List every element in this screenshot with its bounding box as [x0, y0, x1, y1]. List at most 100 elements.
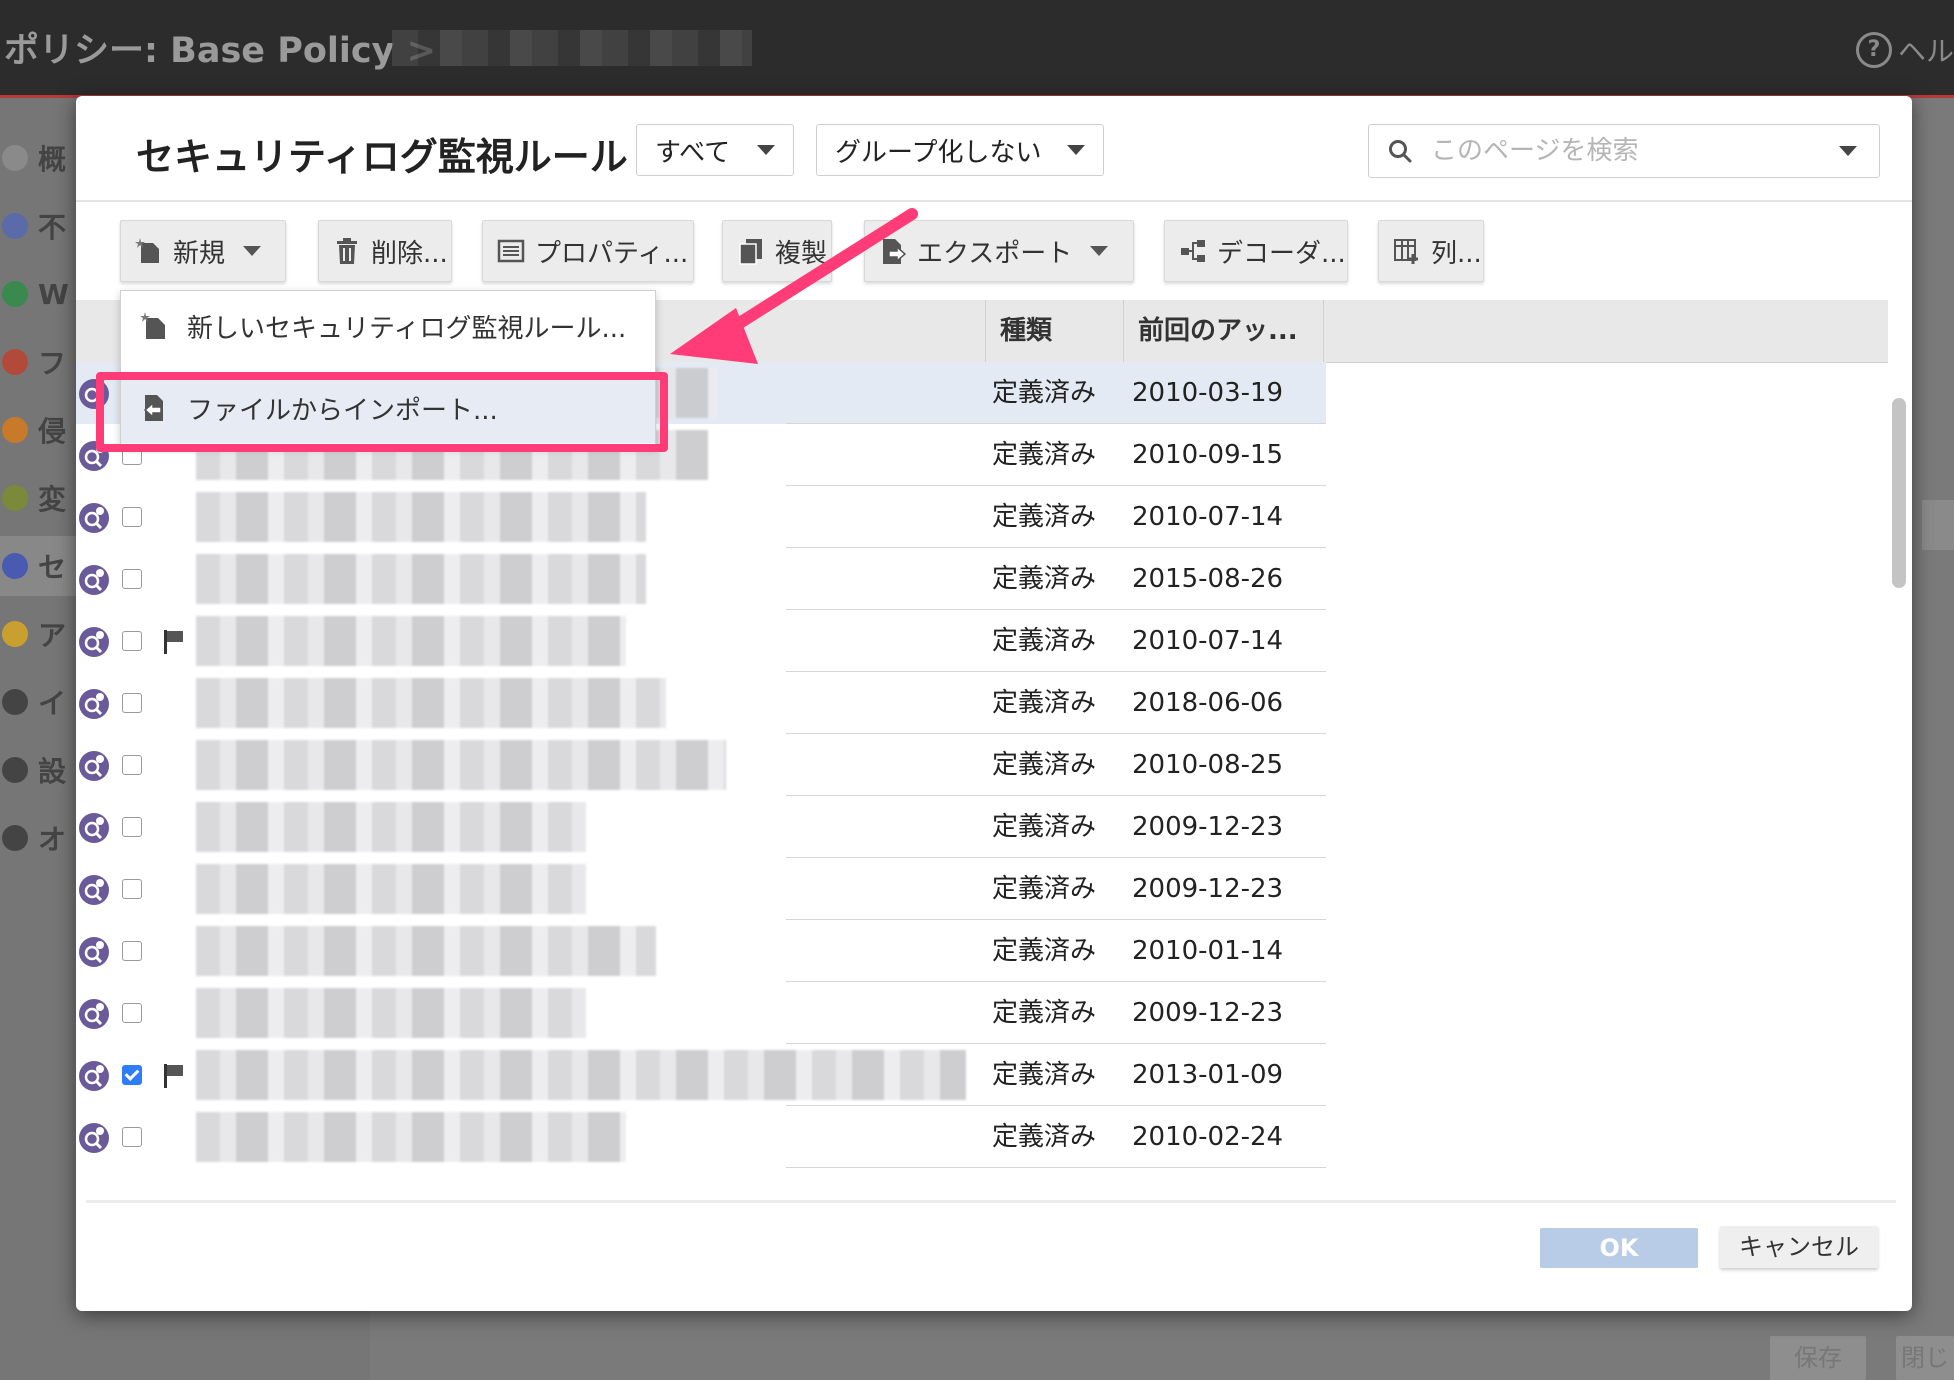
cell-type: 定義済み [992, 812, 1097, 842]
redacted-rule-name [196, 802, 586, 852]
save-button[interactable]: 保存 [1770, 1336, 1866, 1380]
sidebar-item-icon [2, 553, 28, 579]
duplicate-button[interactable]: 複製 [722, 220, 832, 282]
cell-last-updated: 2009-12-23 [1132, 998, 1284, 1028]
decoder-button[interactable]: デコーダ... [1164, 220, 1348, 282]
group-dropdown-value: グループ化しない [835, 137, 1042, 168]
redacted-rule-name [196, 740, 726, 790]
sidebar-item-label: 変 [38, 483, 67, 516]
cell-type: 定義済み [992, 564, 1097, 594]
log-rule-icon [79, 1123, 109, 1153]
table-row[interactable]: 定義済み 2018-06-06 [76, 672, 1326, 734]
row-checkbox[interactable] [122, 631, 142, 651]
column-header-type[interactable]: 種類 [986, 300, 1124, 362]
log-rule-icon [79, 503, 109, 533]
new-button-label: 新規 [173, 238, 226, 269]
divider [86, 1200, 1896, 1203]
row-checkbox[interactable] [122, 1127, 142, 1147]
redacted-rule-name [196, 926, 656, 976]
redacted-rule-name [196, 554, 646, 604]
ok-button[interactable]: OK [1540, 1228, 1698, 1268]
cell-type: 定義済み [992, 502, 1097, 532]
table-row[interactable]: 定義済み 2010-07-14 [76, 610, 1326, 672]
cell-last-updated: 2013-01-09 [1132, 1060, 1284, 1090]
menu-item-new-rule-label: 新しいセキュリティログ監視ルール... [187, 313, 627, 344]
table-row[interactable]: 定義済み 2009-12-23 [76, 858, 1326, 920]
cell-last-updated: 2010-02-24 [1132, 1122, 1284, 1152]
search-input[interactable] [1429, 135, 1839, 167]
columns-button-label: 列... [1431, 238, 1482, 269]
redacted-rule-name [196, 492, 646, 542]
sidebar-item-icon [2, 281, 28, 307]
sidebar-item-icon [2, 145, 28, 171]
table-row[interactable]: 定義済み 2010-02-24 [76, 1106, 1326, 1168]
help-label: ヘル [1897, 35, 1954, 68]
sidebar-item-icon [2, 485, 28, 511]
columns-button[interactable]: 列... [1378, 220, 1484, 282]
delete-button[interactable]: 削除... [318, 220, 452, 282]
cell-last-updated: 2010-07-14 [1132, 626, 1284, 656]
redacted-rule-name [196, 678, 666, 728]
redacted-rule-name [196, 864, 586, 914]
help-icon: ? [1855, 32, 1892, 68]
table-row[interactable]: 定義済み 2015-08-26 [76, 548, 1326, 610]
export-button[interactable]: エクスポート [864, 220, 1134, 282]
row-checkbox[interactable] [122, 1065, 142, 1085]
chevron-down-icon [1067, 145, 1085, 155]
group-dropdown[interactable]: グループ化しない [816, 124, 1104, 176]
vertical-scrollbar[interactable] [1892, 398, 1906, 588]
log-rule-icon [79, 875, 109, 905]
sidebar-item-label: 侵 [38, 415, 67, 448]
table-row[interactable]: 定義済み 2010-08-25 [76, 734, 1326, 796]
properties-button-label: プロパティ... [535, 238, 689, 269]
sidebar-item-label: 概 [38, 143, 67, 176]
row-checkbox[interactable] [122, 941, 142, 961]
table-row[interactable]: 定義済み 2009-12-23 [76, 982, 1326, 1044]
search-box[interactable] [1368, 124, 1880, 178]
close-button[interactable]: 閉じ [1896, 1336, 1954, 1380]
sidebar-item-icon [2, 213, 28, 239]
sidebar-item-label: 不 [38, 211, 67, 244]
export-button-label: エクスポート [917, 238, 1073, 269]
table-row[interactable]: 定義済み 2010-01-14 [76, 920, 1326, 982]
log-rule-icon [79, 751, 109, 781]
cell-last-updated: 2018-06-06 [1132, 688, 1284, 718]
app-title: ポリシー: Base Policy > [4, 31, 436, 71]
help-link[interactable]: ? ヘル [1855, 30, 1954, 70]
properties-button[interactable]: プロパティ... [482, 220, 694, 282]
log-rule-icon [79, 565, 109, 595]
chevron-down-icon[interactable] [1839, 146, 1857, 156]
row-checkbox[interactable] [122, 817, 142, 837]
row-checkbox[interactable] [122, 1003, 142, 1023]
row-checkbox[interactable] [122, 755, 142, 775]
row-divider [786, 1167, 1326, 1168]
sidebar-item-label: イ [38, 687, 67, 720]
cancel-button[interactable]: キャンセル [1720, 1226, 1878, 1268]
table-row[interactable]: 定義済み 2009-12-23 [76, 796, 1326, 858]
sidebar-item-label: W [38, 277, 69, 311]
row-checkbox[interactable] [122, 879, 142, 899]
filter-dropdown-value: すべて [655, 137, 731, 168]
row-checkbox[interactable] [122, 569, 142, 589]
row-checkbox[interactable] [122, 693, 142, 713]
menu-item-new-rule[interactable]: 新しいセキュリティログ監視ルール... [121, 291, 655, 361]
app-header: ポリシー: Base Policy > ? ヘル [0, 0, 1954, 98]
table-row[interactable]: 定義済み 2010-07-14 [76, 486, 1326, 548]
properties-icon [497, 239, 525, 263]
new-button[interactable]: 新規 [120, 220, 286, 282]
column-header-last-updated[interactable]: 前回のアッ... [1124, 300, 1324, 362]
cell-last-updated: 2010-03-19 [1132, 378, 1284, 408]
cell-type: 定義済み [992, 936, 1097, 966]
cell-type: 定義済み [992, 874, 1097, 904]
sidebar-item-label: ア [38, 619, 67, 652]
sidebar-item-icon [2, 417, 28, 443]
redacted-rule-name [196, 1112, 626, 1162]
filter-dropdown[interactable]: すべて [636, 124, 794, 176]
table-row[interactable]: 定義済み 2013-01-09 [76, 1044, 1326, 1106]
search-icon [1389, 140, 1412, 163]
background-panel-edge [1922, 500, 1954, 550]
log-rule-icon [79, 1061, 109, 1091]
sidebar-item-label: セ [38, 551, 67, 584]
log-rule-icon [79, 937, 109, 967]
row-checkbox[interactable] [122, 507, 142, 527]
